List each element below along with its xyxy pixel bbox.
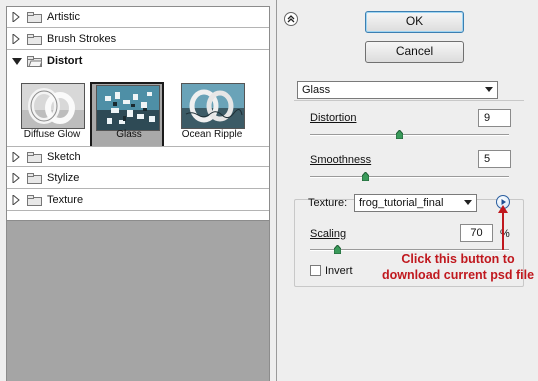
annotation-line-2: download current psd file [381,268,535,282]
distortion-slider-thumb[interactable] [396,130,404,139]
folder-icon [27,12,42,23]
texture-select[interactable]: frog_tutorial_final [354,194,477,212]
thumbnail-label: Ocean Ripple [181,129,243,140]
folder-icon [27,34,42,45]
thumbnail-label: Glass [116,129,142,140]
category-distort[interactable]: Distort [7,51,269,72]
category-sketch[interactable]: Sketch [7,146,269,167]
expand-triangle-icon[interactable] [12,34,20,44]
smoothness-slider-track[interactable] [310,176,509,178]
expand-triangle-icon[interactable] [12,152,20,162]
filter-select-value: Glass [302,84,331,96]
invert-label: Invert [325,265,353,277]
thumbnail-diffuse-glow[interactable]: Diffuse Glow [15,82,89,152]
distort-thumbnails: Diffuse Glow Glass Ocean Ripple [7,82,269,154]
category-label: Sketch [47,151,81,163]
texture-label: Texture: [308,197,348,209]
category-label: Artistic [47,11,80,23]
thumbnail-ocean-ripple[interactable]: Ocean Ripple [175,82,249,152]
folder-icon [27,173,42,184]
annotation-arrow-line [502,210,504,250]
category-label: Texture [47,194,84,206]
expand-triangle-icon[interactable] [12,195,20,205]
double-chevron-up-icon [287,15,295,23]
smoothness-label-text: Smoothness [310,154,372,166]
panel-divider [276,0,277,381]
invert-checkbox[interactable] [310,265,321,276]
filter-select[interactable]: Glass [297,81,498,99]
collapse-gallery-button[interactable] [284,12,298,26]
thumbnail-label: Diffuse Glow [23,129,81,140]
annotation-callout: Click this button to download current ps… [380,251,536,283]
filter-preview-image [96,85,160,131]
scaling-label-text: Scaling [310,228,347,240]
category-label: Brush Strokes [47,33,117,45]
category-texture[interactable]: Texture [7,190,269,211]
distortion-label-text: Distortion [310,112,357,124]
scaling-label: Scaling [310,228,346,240]
folder-icon [27,195,42,206]
category-label: Distort [47,55,83,67]
smoothness-slider-thumb[interactable] [362,172,370,181]
filter-preview-image [21,83,85,129]
category-label: Stylize [47,172,80,184]
smoothness-value-field[interactable]: 5 [478,150,511,168]
expand-triangle-icon[interactable] [12,173,20,183]
annotation-arrow-head [498,205,508,213]
dropdown-arrow-icon [485,87,493,92]
scaling-slider-thumb[interactable] [334,245,342,254]
folder-icon [27,152,42,163]
thumbnail-glass[interactable]: Glass [90,82,164,152]
ok-button[interactable]: OK [365,11,464,33]
category-stylize[interactable]: Stylize [7,168,269,189]
annotation-line-1: Click this button to [401,252,515,266]
collapse-triangle-icon[interactable] [12,58,22,66]
cancel-button[interactable]: Cancel [365,41,464,63]
smoothness-label: Smoothness [310,154,371,166]
category-brush-strokes[interactable]: Brush Strokes [7,29,269,50]
texture-select-value: frog_tutorial_final [359,197,444,209]
expand-triangle-icon[interactable] [12,12,20,22]
scaling-value-field[interactable]: 70 [460,224,493,242]
gallery-empty-area [7,220,269,381]
filter-gallery-panel: Artistic Brush Strokes Distort Diffuse G… [6,6,270,381]
filter-preview-image [181,83,245,129]
category-artistic[interactable]: Artistic [7,7,269,28]
open-folder-icon [27,56,42,67]
distortion-label: Distortion [310,112,356,124]
distortion-slider-track[interactable] [310,134,509,136]
distortion-value-field[interactable]: 9 [478,109,511,127]
dropdown-arrow-icon [464,200,472,205]
